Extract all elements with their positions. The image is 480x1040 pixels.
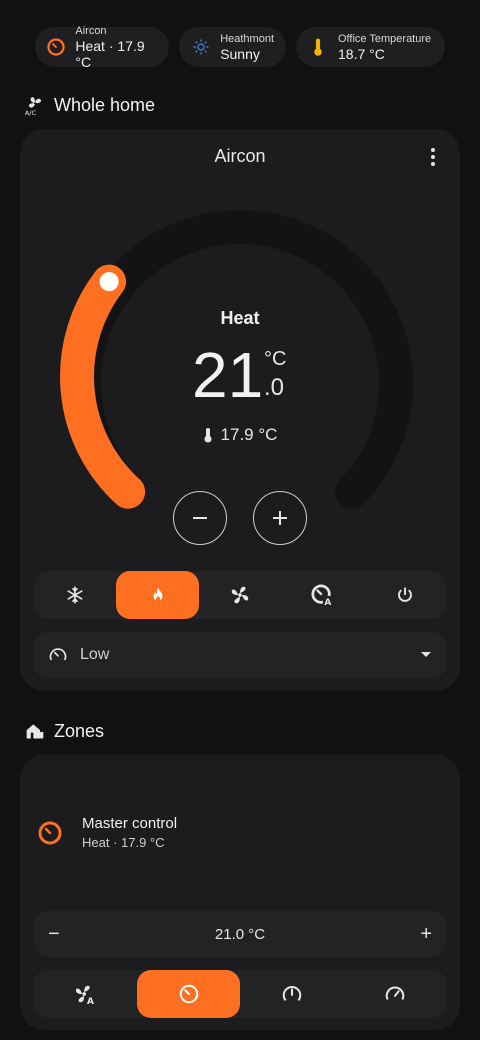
chip-office-temp[interactable]: Office Temperature 18.7 °C: [296, 27, 445, 67]
zone-control-selector: A: [34, 970, 446, 1018]
speedometer-icon: [385, 986, 404, 1000]
decrease-temp-button[interactable]: [173, 491, 227, 545]
fan-speed-select[interactable]: Low: [34, 632, 446, 678]
air-conditioner-icon: A/C: [24, 94, 46, 116]
thermometer-icon: [308, 37, 328, 57]
hvac-mode-label: Heat: [220, 308, 260, 328]
chip-office-temp-label: Office Temperature: [338, 32, 432, 45]
target-temp-integer: 21: [192, 339, 264, 411]
chip-aircon[interactable]: Aircon Heat · 17.9 °C: [35, 24, 169, 70]
chip-weather-label: Heathmont: [220, 32, 274, 45]
fire-icon: [153, 587, 163, 602]
master-control-name: Master control: [82, 815, 178, 832]
svg-text:A: A: [325, 597, 333, 606]
target-temp-decimal: .0: [264, 374, 285, 401]
zone-dial-alt-button[interactable]: [240, 970, 343, 1018]
chip-weather[interactable]: Heathmont Sunny: [179, 27, 286, 67]
thermostat-auto-icon: A: [311, 584, 334, 606]
zone-dial-button[interactable]: [137, 970, 240, 1018]
mode-heat-button[interactable]: [116, 571, 199, 619]
mode-off-button[interactable]: [364, 571, 446, 619]
mode-cool-button[interactable]: [34, 571, 116, 619]
master-control-row[interactable]: Master control Heat · 17.9 °C: [38, 814, 438, 852]
dial-icon: [179, 984, 198, 1004]
svg-text:A/C: A/C: [25, 109, 37, 116]
chip-aircon-value: Heat · 17.9 °C: [75, 37, 145, 70]
zone-temp-increase-button[interactable]: +: [412, 923, 432, 946]
zone-speedometer-button[interactable]: [343, 970, 446, 1018]
power-icon: [397, 587, 412, 602]
zone-temp-decrease-button[interactable]: −: [48, 923, 68, 946]
current-temp-thermometer-icon: [203, 427, 213, 443]
chip-aircon-label: Aircon: [75, 24, 107, 37]
minus-icon: [193, 517, 207, 519]
fan-icon: [231, 586, 249, 604]
fan-auto-icon: A: [75, 985, 94, 1005]
master-control-dial-icon: [38, 821, 62, 845]
more-options-icon[interactable]: [424, 146, 442, 168]
home-zones-icon: [24, 720, 46, 742]
aircon-card-title[interactable]: Aircon: [20, 146, 460, 167]
target-temp-unit: °C: [264, 348, 287, 370]
chip-office-temp-value: 18.7 °C: [338, 45, 385, 62]
zone-temp-value: 21.0 °C: [214, 925, 266, 943]
fan-speed-value: Low: [80, 646, 110, 663]
plus-icon: [273, 511, 287, 525]
zone-fan-auto-button[interactable]: A: [34, 970, 137, 1018]
zone-temperature-stepper: − 21.0 °C +: [34, 911, 446, 957]
section-title-whole-home: A/C Whole home: [24, 94, 156, 117]
increase-temp-button[interactable]: [253, 491, 307, 545]
current-temperature: 17.9 °C: [140, 425, 340, 445]
thermostat-dial-icon: [47, 37, 65, 57]
whole-home-title: Whole home: [54, 94, 156, 115]
dial-alt-icon: [282, 985, 301, 1002]
target-temperature: 21 °C .0: [192, 340, 302, 410]
fan-speed-gauge-icon: [48, 645, 68, 665]
master-control-state: Heat · 17.9 °C: [82, 835, 165, 850]
hvac-mode-selector: A: [34, 571, 446, 619]
zones-title: Zones: [54, 720, 105, 741]
snowflake-icon: [67, 586, 83, 604]
mode-fan-button[interactable]: [199, 571, 281, 619]
chip-weather-value: Sunny: [220, 45, 260, 62]
mode-auto-button[interactable]: A: [281, 571, 363, 619]
current-temp-value: 17.9 °C: [220, 425, 278, 444]
svg-text:A: A: [86, 996, 94, 1005]
section-title-zones: Zones: [24, 720, 104, 742]
sun-icon: [191, 37, 210, 57]
chevron-down-icon: [420, 651, 432, 659]
